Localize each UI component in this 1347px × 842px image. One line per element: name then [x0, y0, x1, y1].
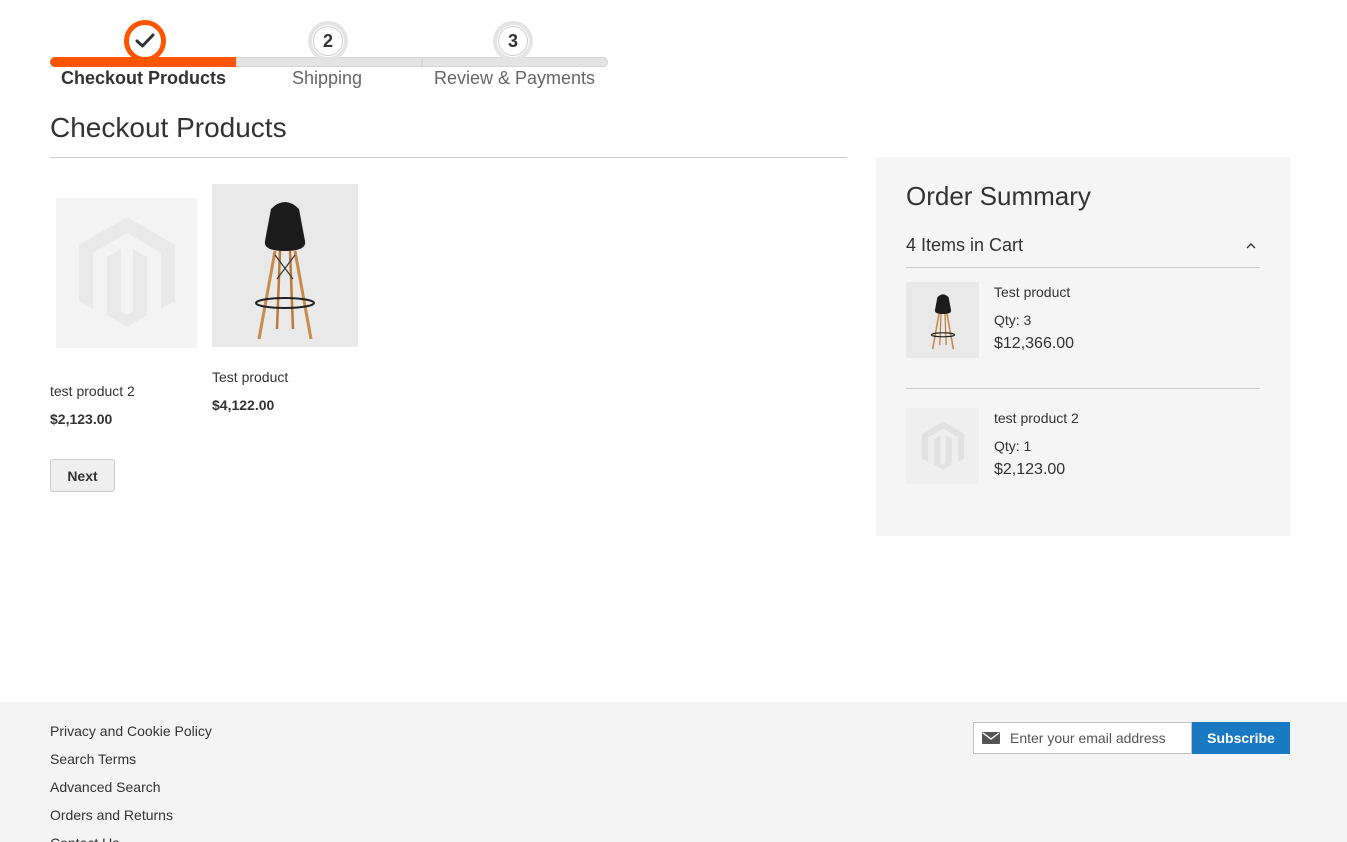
newsletter-email-field[interactable] — [973, 722, 1192, 754]
order-summary-title: Order Summary — [906, 181, 1091, 211]
chair-photo — [930, 294, 955, 350]
items-in-cart-toggle[interactable]: 4 Items in Cart — [906, 235, 1023, 256]
step-2-label: Shipping — [292, 68, 363, 88]
summary-item-price: $2,123.00 — [994, 461, 1066, 478]
product-image-chair[interactable] — [212, 184, 358, 347]
envelope-icon — [982, 732, 1000, 744]
step-3-number: 3 — [507, 30, 518, 51]
chevron-up-icon[interactable] — [1246, 241, 1256, 251]
newsletter-form: Subscribe — [973, 722, 1290, 754]
step-3-label: Review & Payments — [434, 68, 596, 88]
summary-item-qty: Qty: 3 — [994, 312, 1032, 328]
step-1-label: Checkout Products — [61, 68, 227, 88]
footer-links: Privacy and Cookie Policy Search Terms A… — [50, 722, 212, 842]
page-title: Checkout Products — [50, 112, 287, 143]
subscribe-button[interactable]: Subscribe — [1192, 722, 1290, 754]
title-divider — [50, 157, 847, 158]
footer-link-privacy[interactable]: Privacy and Cookie Policy — [50, 722, 212, 750]
product-image-placeholder[interactable] — [56, 198, 197, 348]
placeholder-logo-icon — [921, 421, 964, 470]
product-card[interactable]: test product 2 $2,123.00 — [50, 184, 200, 427]
product-price: $2,123.00 — [50, 411, 113, 427]
step-2-marker: 2 — [308, 21, 348, 61]
product-name[interactable]: Test product — [212, 369, 362, 385]
footer-link-orders-returns[interactable]: Orders and Returns — [50, 806, 212, 834]
next-button[interactable]: Next — [50, 459, 115, 492]
summary-item-thumbnail — [906, 408, 979, 484]
summary-item-price: $12,366.00 — [994, 335, 1075, 352]
product-price: $4,122.00 — [212, 397, 275, 413]
product-card[interactable]: Test product $4,122.00 — [212, 184, 362, 413]
footer-link-search-terms[interactable]: Search Terms — [50, 750, 212, 778]
step-2-number: 2 — [322, 30, 333, 51]
checkmark-icon — [135, 33, 155, 48]
summary-item: test product 2 Qty: 1 $2,123.00 — [906, 408, 1260, 486]
summary-item: Test product Qty: 3 $12,366.00 — [906, 282, 1260, 360]
placeholder-logo-icon — [78, 217, 175, 327]
order-summary: Order Summary 4 Items in Cart Test produ… — [876, 157, 1290, 536]
newsletter-email-input[interactable] — [1010, 730, 1180, 746]
summary-item-name: Test product — [994, 284, 1071, 300]
footer-link-advanced-search[interactable]: Advanced Search — [50, 778, 212, 806]
product-name[interactable]: test product 2 — [50, 383, 200, 399]
summary-divider — [906, 388, 1260, 389]
summary-item-name: test product 2 — [994, 410, 1079, 426]
chair-photo — [255, 201, 315, 339]
checkout-progress-bar: 2 3 Checkout Products Shipping Review & … — [50, 18, 608, 98]
step-1-marker — [124, 20, 166, 62]
footer: Privacy and Cookie Policy Search Terms A… — [0, 702, 1347, 842]
summary-divider — [906, 267, 1260, 268]
summary-item-thumbnail — [906, 282, 979, 358]
summary-item-qty: Qty: 1 — [994, 438, 1032, 454]
step-3-marker: 3 — [493, 21, 533, 61]
footer-link-contact[interactable]: Contact Us — [50, 834, 212, 842]
